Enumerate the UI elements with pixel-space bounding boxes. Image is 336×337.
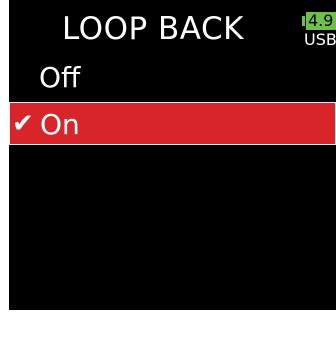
menu-item-off[interactable]: Off: [9, 56, 336, 99]
power-source-label: USB: [304, 30, 336, 49]
battery-terminal-icon: [302, 16, 305, 26]
menu-item-label: Off: [39, 61, 81, 94]
checkmark-icon: ✔: [12, 109, 34, 139]
battery-indicator: 4.9 USB: [302, 12, 336, 52]
menu-item-label: On: [40, 108, 80, 141]
device-screen: LOOP BACK 4.9 USB Off ✔ On: [9, 0, 336, 310]
battery-level: 4.9: [306, 12, 336, 30]
menu-item-on[interactable]: ✔ On: [9, 102, 336, 145]
screen-title: LOOP BACK: [62, 11, 244, 47]
